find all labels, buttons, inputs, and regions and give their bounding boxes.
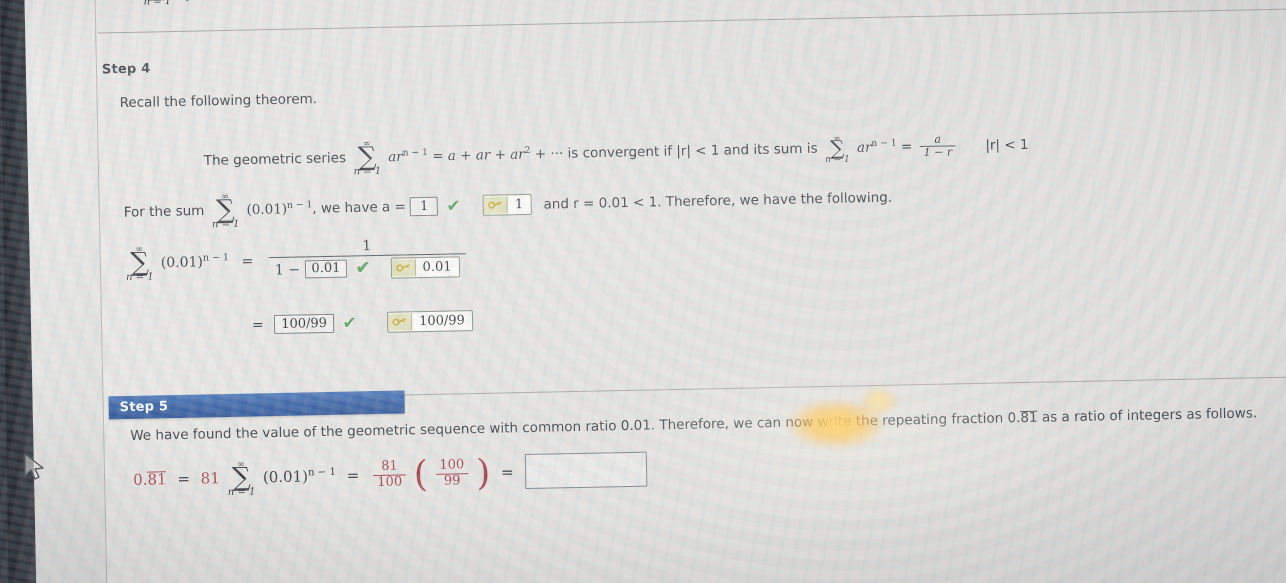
summation-symbol: ∞ ∑ n = 1 <box>143 0 172 8</box>
check-icon: ✔ <box>446 195 461 217</box>
for-the-sum-line: For the sum ∞ ∑ n = 1 (0.01)n − 1, we ha… <box>123 189 893 231</box>
answer-key-denominator[interactable]: 0.01 <box>390 255 460 279</box>
result-fraction: 1 1 − 0.01 ✔ 0.01 <box>268 237 466 281</box>
theorem-statement: The geometric series ∞ ∑ n = 1 arn − 1 =… <box>203 132 1029 178</box>
step-5-equation: 0.81 = 81 ∞ ∑ n = 1 (0.01)n − 1 = 81 100… <box>132 452 514 499</box>
fraction-100-99: 100 99 <box>435 458 469 490</box>
final-value-line: = 100/99 ✔ 100/99 <box>252 310 474 335</box>
result-equation: ∞ ∑ n = 1 (0.01)n − 1 = 1 1 − 0.01 ✔ 0.0… <box>122 237 468 284</box>
answer-input-step5[interactable] <box>524 451 648 490</box>
coefficient: 81 <box>200 469 220 488</box>
key-icon <box>387 313 413 331</box>
key-icon <box>483 196 509 214</box>
top-expression: ∞ ∑ n = 1 ( 0.01 ✔ <box>140 0 387 8</box>
check-icon: ✔ <box>355 257 371 279</box>
screen-surface: ...pressed as the geometric series ∞ ∑ n… <box>0 0 1286 583</box>
lhs-repeat: 81 <box>147 470 167 489</box>
mouse-cursor <box>24 453 44 480</box>
step-4-label: Step 4 <box>101 61 151 78</box>
repeating-overline-inline: 81 <box>1020 409 1038 427</box>
for-the-sum-summation: ∞ ∑ n = 1 <box>211 191 240 231</box>
step-4-intro: Recall the following theorem. <box>119 91 318 112</box>
step-5-summation: ∞ ∑ n = 1 <box>227 459 256 499</box>
answer-box-final[interactable]: 100/99 <box>274 313 335 335</box>
key-icon <box>391 258 416 277</box>
monitor-photo: ...pressed as the geometric series ∞ ∑ n… <box>0 0 1286 583</box>
key-icon-glyph <box>488 201 502 209</box>
answer-box-denominator[interactable]: 0.01 <box>304 259 348 279</box>
theorem-fraction: a 1 − r <box>919 132 957 160</box>
theorem-summation: ∞ ∑ n = 1 <box>353 139 382 178</box>
answer-key-value-a: 1 <box>514 197 524 213</box>
check-icon: ✔ <box>342 312 357 334</box>
key-icon-glyph <box>392 318 406 326</box>
denominator-prefix: 1 − <box>274 261 301 279</box>
theorem-lead: The geometric series <box>203 150 347 169</box>
theorem-sum-summation: ∞ ∑ n = 1 <box>824 133 850 165</box>
answer-box-a[interactable]: 1 <box>409 196 439 217</box>
key-icon-glyph <box>395 263 410 272</box>
section-divider-top <box>98 7 1286 34</box>
answer-key-value-denominator: 0.01 <box>422 259 452 275</box>
answer-key-final[interactable]: 100/99 <box>386 310 474 333</box>
result-summation: ∞ ∑ n = 1 <box>126 244 154 284</box>
step-5-header: Step 5 <box>108 390 405 420</box>
theorem-condition: |r| < 1 <box>985 136 1029 154</box>
answer-key-value-final: 100/99 <box>418 313 466 330</box>
section-divider-step5 <box>383 375 1286 396</box>
for-the-sum-tail: and r = 0.01 < 1. Therefore, we have the… <box>543 189 893 213</box>
lhs-prefix: 0. <box>132 470 148 489</box>
page-content: ...pressed as the geometric series ∞ ∑ n… <box>95 0 1286 583</box>
fraction-81-100: 81 100 <box>373 459 407 491</box>
webpage-canvas: ...pressed as the geometric series ∞ ∑ n… <box>93 0 1286 583</box>
answer-key-a[interactable]: 1 <box>482 193 532 216</box>
step-5-paragraph-part2: as a ratio of integers as follows. <box>1037 405 1258 426</box>
